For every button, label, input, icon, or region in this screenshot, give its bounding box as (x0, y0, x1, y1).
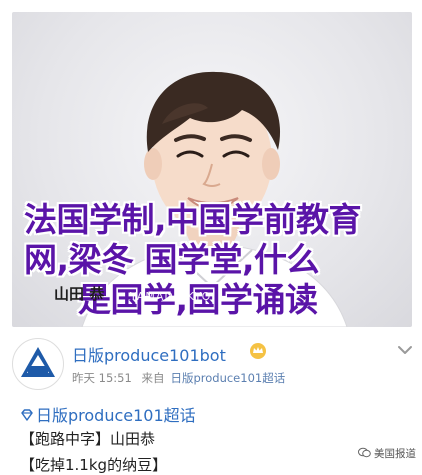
brand-label: 美国报道 (374, 448, 416, 460)
produce101-logo-icon (14, 340, 62, 388)
headline-line-1: 法国学制,中国学前教育 (24, 200, 362, 239)
post-text-line-2: 【吃掉1.1kg的纳豆】 (20, 456, 168, 474)
brand-watermark: 美国报道 (358, 446, 416, 461)
account-name[interactable]: 日版produce101bot (72, 342, 226, 366)
headline-line-2: 网,梁冬 国学堂,什么 (24, 240, 320, 279)
post-source-link[interactable]: 日版produce101超话 (170, 371, 285, 385)
diamond-icon (21, 409, 33, 421)
wechat-icon (358, 447, 371, 458)
crown-badge-icon (250, 343, 266, 359)
topic-text: 日版produce101超话 (36, 406, 196, 425)
image-watermark: YAMADA KYO (130, 290, 212, 303)
via-label: 来自 (141, 371, 165, 385)
avatar[interactable] (12, 338, 64, 390)
topic-link[interactable]: 日版produce101超话 (20, 402, 196, 426)
post-text-line-1: 【跑路中字】山田恭 (20, 430, 156, 448)
chevron-down-icon[interactable] (397, 344, 413, 356)
post-time: 昨天 15:51 (72, 371, 132, 385)
weibo-post: 日版produce101bot 昨天 15:51 来自 日版produce101超… (12, 330, 416, 474)
post-meta: 昨天 15:51 来自 日版produce101超话 (72, 370, 291, 386)
image-caption: 山田 恭 (54, 285, 105, 303)
post-image[interactable]: 法国学制,中国学前教育 网,梁冬 国学堂,什么 是国学,国学诵读 (12, 12, 412, 327)
